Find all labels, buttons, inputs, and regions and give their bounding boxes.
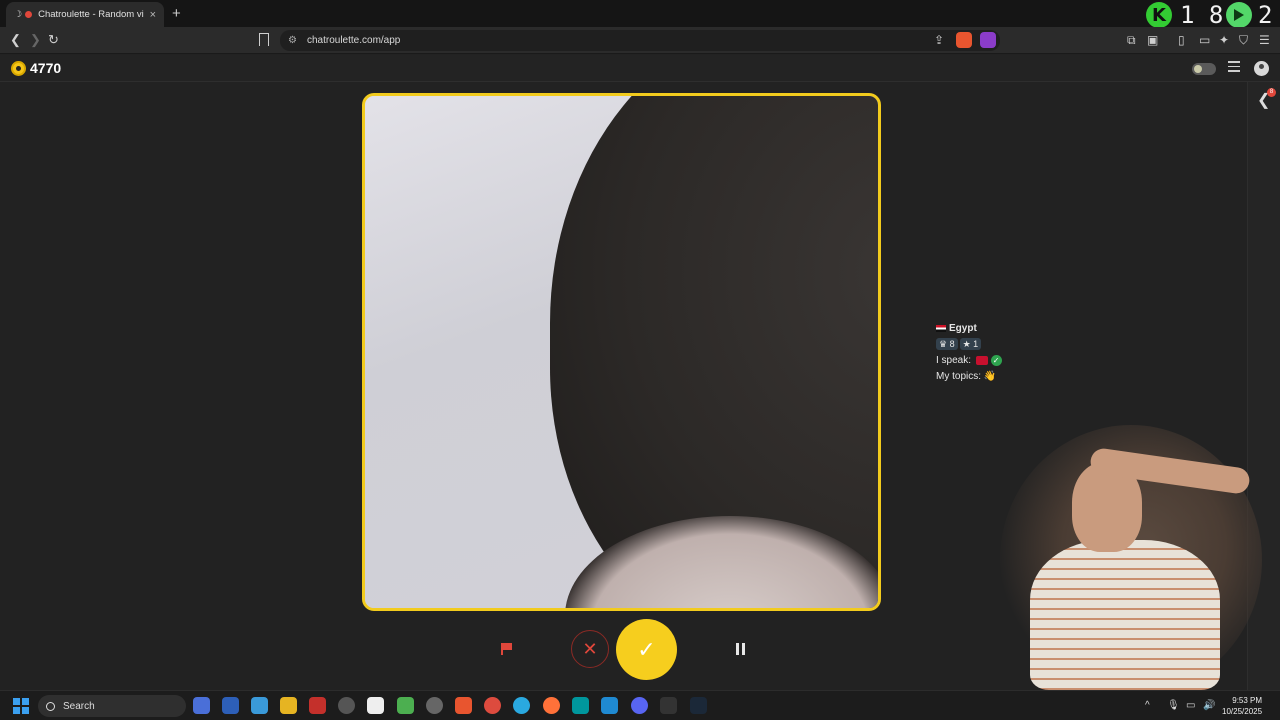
partner-video <box>362 93 881 611</box>
discord-icon[interactable] <box>631 697 648 714</box>
topics-label: My topics: <box>936 371 982 382</box>
accept-button[interactable]: ✓ <box>616 619 677 680</box>
back-arrow-icon[interactable]: ❮ <box>10 32 21 48</box>
brave-icon[interactable] <box>455 697 472 714</box>
address-bar[interactable]: ⚙ chatroulette.com/app <box>280 30 1000 51</box>
theme-toggle[interactable] <box>1192 63 1216 75</box>
file-explorer-icon[interactable] <box>280 697 297 714</box>
speak-label: I speak: <box>936 355 972 366</box>
wallet-icon[interactable]: ▭ <box>1199 33 1210 47</box>
url-text: chatroulette.com/app <box>306 35 401 46</box>
app-icon-9[interactable] <box>426 697 443 714</box>
coin-icon <box>11 61 26 76</box>
stat-chip-a: ♛ 8 <box>936 338 958 350</box>
self-camera-body <box>1030 540 1220 690</box>
app-icon-17[interactable] <box>660 697 677 714</box>
site-header: 4770 <box>0 55 1280 82</box>
tab-title: Chatroulette - Random video <box>38 9 144 20</box>
chrome-icon[interactable] <box>484 697 501 714</box>
stat-b-value: 1 <box>973 339 979 349</box>
browser-tab-strip: ☽ Chatroulette - Random video × + K 1 8 … <box>0 0 1280 29</box>
play-icon <box>1226 2 1252 28</box>
new-tab-button[interactable]: + <box>172 5 181 22</box>
pause-icon[interactable] <box>736 643 746 655</box>
coin-balance[interactable]: 4770 <box>30 60 61 76</box>
app-icon-7[interactable] <box>367 697 384 714</box>
app-icon-5[interactable] <box>309 697 326 714</box>
stat-a-value: 8 <box>949 339 955 349</box>
reload-icon[interactable]: ↻ <box>48 32 59 48</box>
profile-icon[interactable] <box>1254 61 1269 76</box>
partner-stats-row: ♛ 8 ★ 1 <box>936 337 1002 353</box>
brave-shields-icon[interactable] <box>956 32 972 48</box>
brave-rewards-icon[interactable] <box>980 32 996 48</box>
tab-chatroulette[interactable]: ☽ Chatroulette - Random video × <box>6 2 164 27</box>
volume-icon[interactable]: 🔊 <box>1203 700 1215 711</box>
report-flag-icon[interactable] <box>501 643 513 655</box>
app-icon-3[interactable] <box>251 697 268 714</box>
app-icon-2[interactable] <box>222 697 239 714</box>
menu-icon[interactable]: ☰ <box>1259 33 1270 47</box>
tab-search-icon[interactable]: ▣ <box>1147 33 1158 47</box>
extensions-icon[interactable]: ⧉ <box>1127 33 1136 48</box>
partner-topics-row: My topics: 👋 <box>936 369 1002 385</box>
recording-indicator-icon <box>25 11 33 18</box>
sidebar-icon[interactable]: ▯ <box>1178 33 1185 47</box>
clock-date: 10/25/2025 <box>1222 707 1263 716</box>
search-placeholder: Search <box>63 700 95 712</box>
stat-chip-b: ★ 1 <box>959 338 982 350</box>
partner-info: Egypt ♛ 8 ★ 1 I speak: ✓ My topics: 👋 <box>936 321 1002 385</box>
firefox-icon[interactable] <box>543 697 560 714</box>
taskbar-clock[interactable]: 9:53 PM 10/25/2025 <box>1222 695 1262 717</box>
leo-ai-icon[interactable]: ✦ <box>1219 33 1229 47</box>
kick-count: 1 8 <box>1180 1 1224 29</box>
browser-toolbar: ❮ ❯ ↻ ⚙ chatroulette.com/app ⇪ ⧉ ▣ ▯ ▭ ✦… <box>0 27 1280 54</box>
skip-button[interactable]: ✕ <box>571 630 609 668</box>
wave-icon: 👋 <box>983 371 997 382</box>
partner-languages-row: I speak: ✓ <box>936 353 1002 369</box>
check-badge-icon: ✓ <box>990 354 1002 366</box>
filters-icon[interactable] <box>1228 61 1240 73</box>
arduino-icon[interactable] <box>572 697 589 714</box>
tab-close-icon[interactable]: × <box>150 9 156 21</box>
steam-icon[interactable] <box>690 697 707 714</box>
search-icon <box>46 701 55 711</box>
vscode-icon[interactable] <box>601 697 618 714</box>
kick-icon: K <box>1146 2 1172 28</box>
app-icon-8[interactable] <box>397 697 414 714</box>
vpn-shield-icon[interactable]: ⛉ <box>1239 33 1248 48</box>
play-counter: 2 <box>1226 1 1273 29</box>
windows-taskbar: Search ^ 🎙 ▭ 🔊 9:53 PM 10/25/2025 <box>0 690 1280 720</box>
edge-icon[interactable] <box>513 697 530 714</box>
network-icon[interactable]: ▭ <box>1186 700 1195 711</box>
partner-country-row: Egypt <box>936 321 1002 337</box>
egypt-flag-icon <box>936 324 946 332</box>
bookmark-icon[interactable] <box>259 33 269 46</box>
uk-flag-icon <box>975 355 988 365</box>
taskbar-search[interactable]: Search <box>38 695 186 717</box>
play-count: 2 <box>1258 1 1273 29</box>
microphone-icon[interactable]: 🎙 <box>1167 700 1180 711</box>
clock-time: 9:53 PM <box>1232 696 1263 705</box>
forward-arrow-icon[interactable]: ❯ <box>30 32 41 48</box>
windows-start-icon[interactable] <box>13 698 29 714</box>
share-icon[interactable]: ⇪ <box>934 33 944 47</box>
partner-country: Egypt <box>949 323 977 334</box>
moon-icon: ☽ <box>14 9 23 19</box>
site-settings-icon[interactable]: ⚙ <box>288 35 297 46</box>
app-icon-1[interactable] <box>193 697 210 714</box>
notification-badge: 8 <box>1267 88 1276 97</box>
kick-counter: K 1 8 <box>1146 1 1224 29</box>
app-icon-6[interactable] <box>338 697 355 714</box>
chevron-up-icon[interactable]: ^ <box>1145 700 1150 711</box>
